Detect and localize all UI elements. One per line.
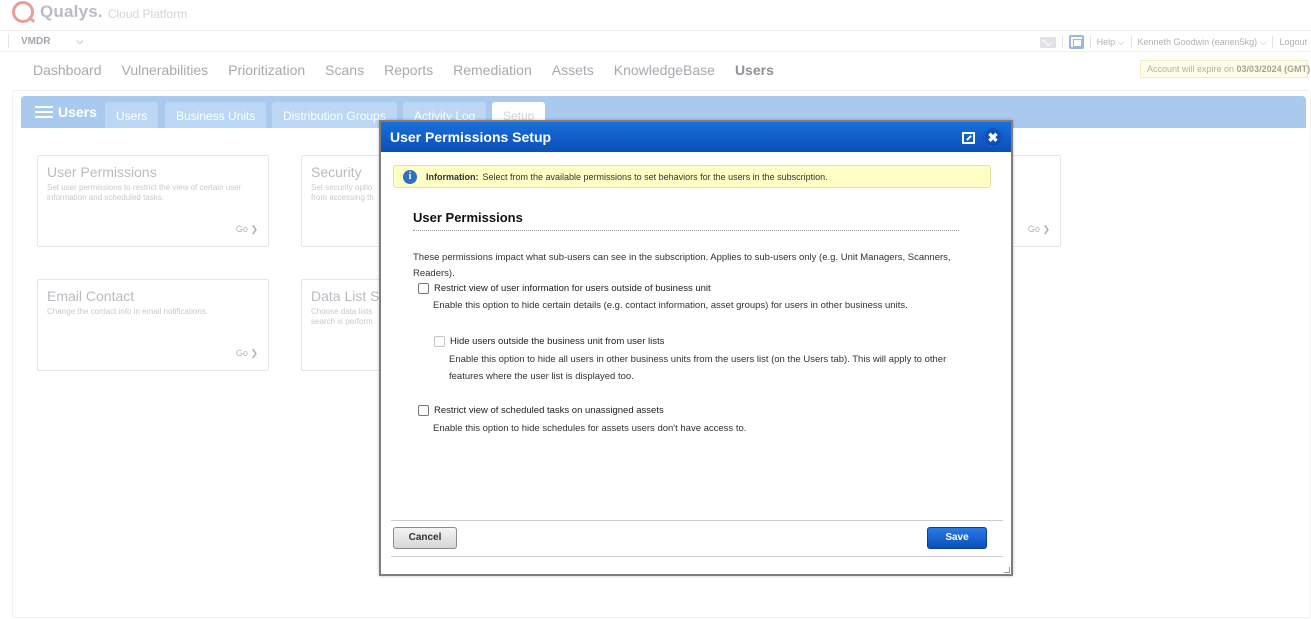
qualys-logo[interactable]: Qualys. Cloud Platform [12, 0, 187, 24]
option-hide-users[interactable]: Hide users outside the business unit fro… [434, 336, 664, 347]
tab-distribution-groups[interactable]: Distribution Groups [272, 102, 397, 128]
main-nav: Dashboard Vulnerabilities Prioritization… [33, 62, 794, 78]
save-button[interactable]: Save [927, 527, 987, 549]
brand-name: Qualys. [40, 2, 103, 21]
mail-icon[interactable] [1039, 36, 1056, 48]
cancel-button[interactable]: Cancel [393, 527, 457, 549]
option-restrict-scheduled-tasks[interactable]: Restrict view of scheduled tasks on unas… [418, 405, 664, 416]
top-header: Qualys. Cloud Platform [0, 0, 1311, 26]
brand-product: Cloud Platform [107, 6, 188, 21]
info-text: Select from the available permissions to… [482, 171, 828, 182]
apps-icon[interactable] [1068, 35, 1084, 49]
module-select-value: VMDR [21, 35, 51, 47]
go-link[interactable]: Go ❯ [236, 348, 258, 359]
qualys-shield-icon [12, 1, 34, 23]
nav-dashboard[interactable]: Dashboard [33, 62, 102, 78]
intro-text: These permissions impact what sub-users … [413, 252, 951, 279]
chevron-right-icon: ❯ [250, 348, 258, 358]
restrict-user-info-checkbox[interactable] [418, 283, 429, 294]
footer-divider [391, 556, 1003, 557]
nav-users[interactable]: Users [735, 62, 774, 78]
top-tools: Help ⌵ Kenneth Goodwin (eanen5kg) ⌵ Logo… [1039, 31, 1307, 53]
nav-remediation[interactable]: Remediation [453, 62, 532, 78]
go-link[interactable]: Go ❯ [236, 224, 258, 235]
nav-prioritization[interactable]: Prioritization [228, 62, 305, 78]
dialog-header: User Permissions Setup ✖ [381, 122, 1011, 152]
user-permissions-dialog: User Permissions Setup ✖ i Information: … [379, 120, 1013, 576]
info-banner: i Information: Select from the available… [393, 165, 991, 188]
list-icon [35, 106, 53, 118]
restrict-scheduled-tasks-checkbox[interactable] [418, 405, 429, 416]
card-user-permissions[interactable]: User Permissions Set user permissions to… [37, 155, 269, 247]
section-title: User Permissions [413, 210, 959, 231]
chevron-down-icon: ⌵ [1259, 36, 1267, 47]
chevron-down-icon: ⌵ [76, 35, 84, 46]
resize-handle[interactable] [1004, 567, 1010, 573]
card-email-contact[interactable]: Email Contact Change the contact info in… [37, 279, 269, 371]
hide-users-checkbox[interactable] [434, 336, 445, 347]
chevron-right-icon: ❯ [1042, 224, 1050, 234]
option-desc: Enable this option to hide schedules for… [433, 423, 747, 434]
chevron-down-icon: ⌵ [1117, 36, 1125, 47]
nav-reports[interactable]: Reports [384, 62, 433, 78]
account-expire-date: 03/03/2024 (GMT) [1236, 64, 1311, 74]
user-menu[interactable]: Kenneth Goodwin (eanen5kg) ⌵ [1138, 37, 1267, 48]
option-restrict-user-info[interactable]: Restrict view of user information for us… [418, 283, 711, 294]
option-desc: Enable this option to hide all users in … [449, 354, 947, 382]
logout-link[interactable]: Logout [1279, 37, 1307, 47]
module-select[interactable]: VMDR ⌵ [8, 34, 83, 48]
footer-divider [391, 520, 1003, 521]
app-title: Users [35, 96, 97, 128]
tab-users[interactable]: Users [105, 102, 159, 128]
chevron-right-icon: ❯ [250, 224, 258, 234]
nav-vulnerabilities[interactable]: Vulnerabilities [122, 62, 209, 78]
nav-scans[interactable]: Scans [325, 62, 364, 78]
nav-assets[interactable]: Assets [552, 62, 594, 78]
popout-icon[interactable] [962, 132, 975, 144]
go-link[interactable]: Go ❯ [1028, 224, 1050, 235]
page: Qualys. Cloud Platform VMDR ⌵ Help ⌵ Ken… [0, 0, 1311, 619]
option-desc: Enable this option to hide certain detai… [433, 300, 908, 311]
module-bar: VMDR ⌵ Help ⌵ Kenneth Goodwin (eanen5kg)… [0, 30, 1311, 52]
dialog-title: User Permissions Setup [390, 129, 552, 145]
info-icon: i [403, 169, 417, 184]
account-expire-notice: Account will expire on 03/03/2024 (GMT) [1140, 60, 1311, 78]
tab-business-units[interactable]: Business Units [165, 102, 267, 128]
close-icon[interactable]: ✖ [983, 128, 1003, 148]
nav-knowledgebase[interactable]: KnowledgeBase [614, 62, 715, 78]
help-menu[interactable]: Help ⌵ [1097, 37, 1125, 48]
info-label: Information: [426, 171, 479, 182]
